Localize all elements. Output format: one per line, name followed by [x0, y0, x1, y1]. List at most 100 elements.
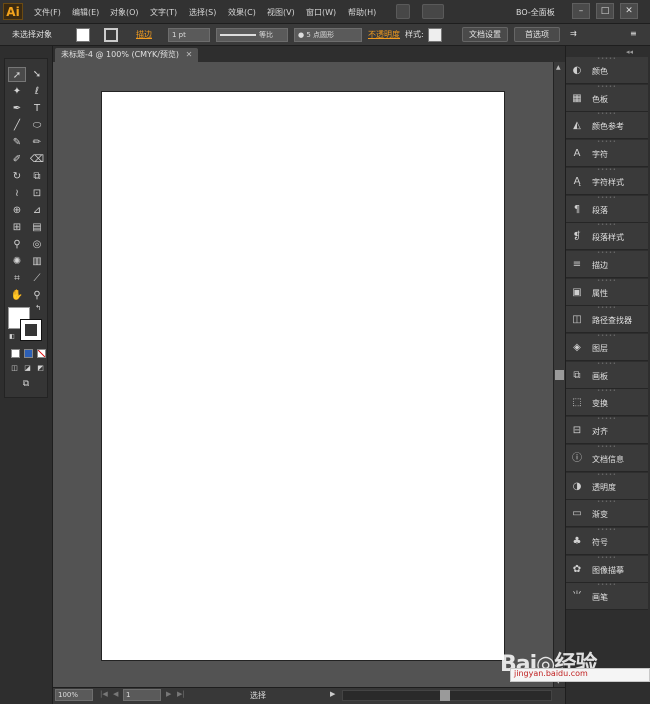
- panel-grip[interactable]: •••••: [566, 445, 648, 450]
- panel-brushes[interactable]: ••••• ⺌ 画笔: [566, 583, 648, 610]
- selection-tool-icon[interactable]: ➚: [8, 67, 26, 82]
- draw-inside-icon[interactable]: ◩: [35, 363, 46, 374]
- status-menu-icon[interactable]: ▶: [330, 690, 335, 698]
- lasso-tool-icon[interactable]: ℓ: [28, 84, 46, 99]
- color-mode-icon[interactable]: [11, 349, 20, 358]
- panel-stroke[interactable]: ••••• ≡ 描边: [566, 251, 648, 278]
- panel-symbols[interactable]: ••••• ♣ 符号: [566, 528, 648, 555]
- draw-behind-icon[interactable]: ◪: [22, 363, 33, 374]
- panel-grip[interactable]: •••••: [566, 417, 648, 422]
- close-tab-icon[interactable]: ✕: [186, 50, 193, 59]
- draw-normal-icon[interactable]: ◫: [9, 363, 20, 374]
- panel-grip[interactable]: •••••: [566, 196, 648, 201]
- perspective-grid-tool-icon[interactable]: ⊿: [28, 203, 46, 218]
- menu-window[interactable]: 窗口(W): [306, 7, 336, 18]
- menu-file[interactable]: 文件(F): [34, 7, 61, 18]
- panel-grip[interactable]: •••••: [566, 362, 648, 367]
- blob-brush-tool-icon[interactable]: ✐: [8, 152, 26, 167]
- panel-paragraph-styles[interactable]: ••••• ❡ 段落样式: [566, 223, 648, 250]
- direct-selection-tool-icon[interactable]: ➘: [28, 67, 46, 82]
- column-graph-tool-icon[interactable]: ▥: [28, 254, 46, 269]
- menu-help[interactable]: 帮助(H): [348, 7, 376, 18]
- magic-wand-tool-icon[interactable]: ✦: [8, 84, 26, 99]
- page-select[interactable]: 1: [123, 689, 161, 701]
- none-mode-icon[interactable]: [37, 349, 46, 358]
- panel-paragraph[interactable]: ••••• ¶ 段落: [566, 196, 648, 223]
- stroke-color-icon[interactable]: [20, 319, 42, 341]
- panel-grip[interactable]: •••••: [566, 334, 648, 339]
- free-transform-tool-icon[interactable]: ⊡: [28, 186, 46, 201]
- gradient-tool-icon[interactable]: ▤: [28, 220, 46, 235]
- prev-page-icon[interactable]: ◀: [113, 690, 118, 698]
- document-setup-button[interactable]: 文档设置: [462, 27, 508, 42]
- panel-grip[interactable]: •••••: [566, 112, 648, 117]
- panel-character[interactable]: ••••• A 字符: [566, 140, 648, 167]
- paintbrush-tool-icon[interactable]: ✎: [8, 135, 26, 150]
- stroke-profile-select[interactable]: 等比: [216, 28, 288, 42]
- menu-view[interactable]: 视图(V): [267, 7, 295, 18]
- panel-artboards[interactable]: ••••• ⧉ 画板: [566, 362, 648, 389]
- preferences-button[interactable]: 首选项: [514, 27, 560, 42]
- panel-transparency[interactable]: ••••• ◑ 透明度: [566, 473, 648, 500]
- panel-grip[interactable]: •••••: [566, 57, 648, 62]
- panel-grip[interactable]: •••••: [566, 279, 648, 284]
- pen-tool-icon[interactable]: ✒: [8, 101, 26, 116]
- menu-edit[interactable]: 编辑(E): [72, 7, 99, 18]
- vertical-scroll-thumb[interactable]: [555, 370, 564, 380]
- menu-select[interactable]: 选择(S): [189, 7, 216, 18]
- panel-grip[interactable]: •••••: [566, 168, 648, 173]
- panel-document-info[interactable]: ••••• ⓘ 文档信息: [566, 445, 648, 472]
- last-page-icon[interactable]: ▶|: [177, 690, 185, 698]
- panel-gradient[interactable]: ••••• ▭ 渐变: [566, 500, 648, 527]
- ellipse-tool-icon[interactable]: ⬭: [28, 118, 46, 133]
- menu-object[interactable]: 对象(O): [110, 7, 139, 18]
- panel-grip[interactable]: •••••: [566, 306, 648, 311]
- next-page-icon[interactable]: ▶: [166, 690, 171, 698]
- brush-select[interactable]: ● 5 点圆形: [294, 28, 362, 42]
- panel-attributes[interactable]: ••••• ▣ 属性: [566, 279, 648, 306]
- panel-grip[interactable]: •••••: [566, 389, 648, 394]
- eyedropper-tool-icon[interactable]: ⚲: [8, 237, 26, 252]
- document-tab[interactable]: 未标题-4 @ 100% (CMYK/预览) ✕: [55, 48, 199, 62]
- line-tool-icon[interactable]: ╱: [8, 118, 26, 133]
- symbol-sprayer-tool-icon[interactable]: ✺: [8, 254, 26, 269]
- menu-type[interactable]: 文字(T): [150, 7, 177, 18]
- bridge-button[interactable]: [396, 4, 410, 19]
- hand-tool-icon[interactable]: ✋: [8, 288, 26, 303]
- panel-grip[interactable]: •••••: [566, 85, 648, 90]
- stroke-swatch[interactable]: [104, 28, 118, 42]
- panel-transform[interactable]: ••••• ⬚ 变换: [566, 389, 648, 416]
- panel-swatches[interactable]: ••••• ▦ 色板: [566, 85, 648, 112]
- mesh-tool-icon[interactable]: ⊞: [8, 220, 26, 235]
- arrange-icon[interactable]: ⇉: [570, 29, 577, 38]
- blend-tool-icon[interactable]: ◎: [28, 237, 46, 252]
- collapse-dock-icon[interactable]: ◂◂: [626, 48, 633, 56]
- panel-palette[interactable]: ••••• ◐ 颜色: [566, 57, 648, 84]
- panel-pathfinder[interactable]: ••••• ◫ 路径查找器: [566, 306, 648, 333]
- panel-image-trace[interactable]: ••••• ✿ 图像描摹: [566, 556, 648, 583]
- shape-builder-tool-icon[interactable]: ⊕: [8, 203, 26, 218]
- panel-grip[interactable]: •••••: [566, 140, 648, 145]
- stroke-link[interactable]: 描边: [136, 29, 152, 40]
- panel-grip[interactable]: •••••: [566, 223, 648, 228]
- minimize-button[interactable]: –: [572, 3, 590, 19]
- first-page-icon[interactable]: |◀: [100, 690, 108, 698]
- panel-grip[interactable]: •••••: [566, 251, 648, 256]
- panel-grip[interactable]: •••••: [566, 583, 648, 588]
- eraser-tool-icon[interactable]: ⌫: [28, 152, 46, 167]
- arrange-documents-button[interactable]: [422, 4, 444, 19]
- panel-grip[interactable]: •••••: [566, 528, 648, 533]
- horizontal-scroll-thumb[interactable]: [440, 690, 450, 701]
- panel-grip[interactable]: •••••: [566, 556, 648, 561]
- menu-effect[interactable]: 效果(C): [228, 7, 256, 18]
- rotate-tool-icon[interactable]: ↻: [8, 169, 26, 184]
- stroke-weight-field[interactable]: 1 pt: [168, 28, 210, 42]
- gradient-mode-icon[interactable]: [24, 349, 33, 358]
- panel-grip[interactable]: •••••: [566, 473, 648, 478]
- panel-grip[interactable]: •••••: [566, 500, 648, 505]
- swap-colors-icon[interactable]: ↰: [32, 303, 44, 313]
- default-colors-icon[interactable]: ◧: [7, 332, 17, 342]
- panel-menu-icon[interactable]: ≡: [630, 29, 637, 38]
- scale-tool-icon[interactable]: ⧉: [28, 169, 46, 184]
- zoom-select[interactable]: 100%: [55, 689, 93, 701]
